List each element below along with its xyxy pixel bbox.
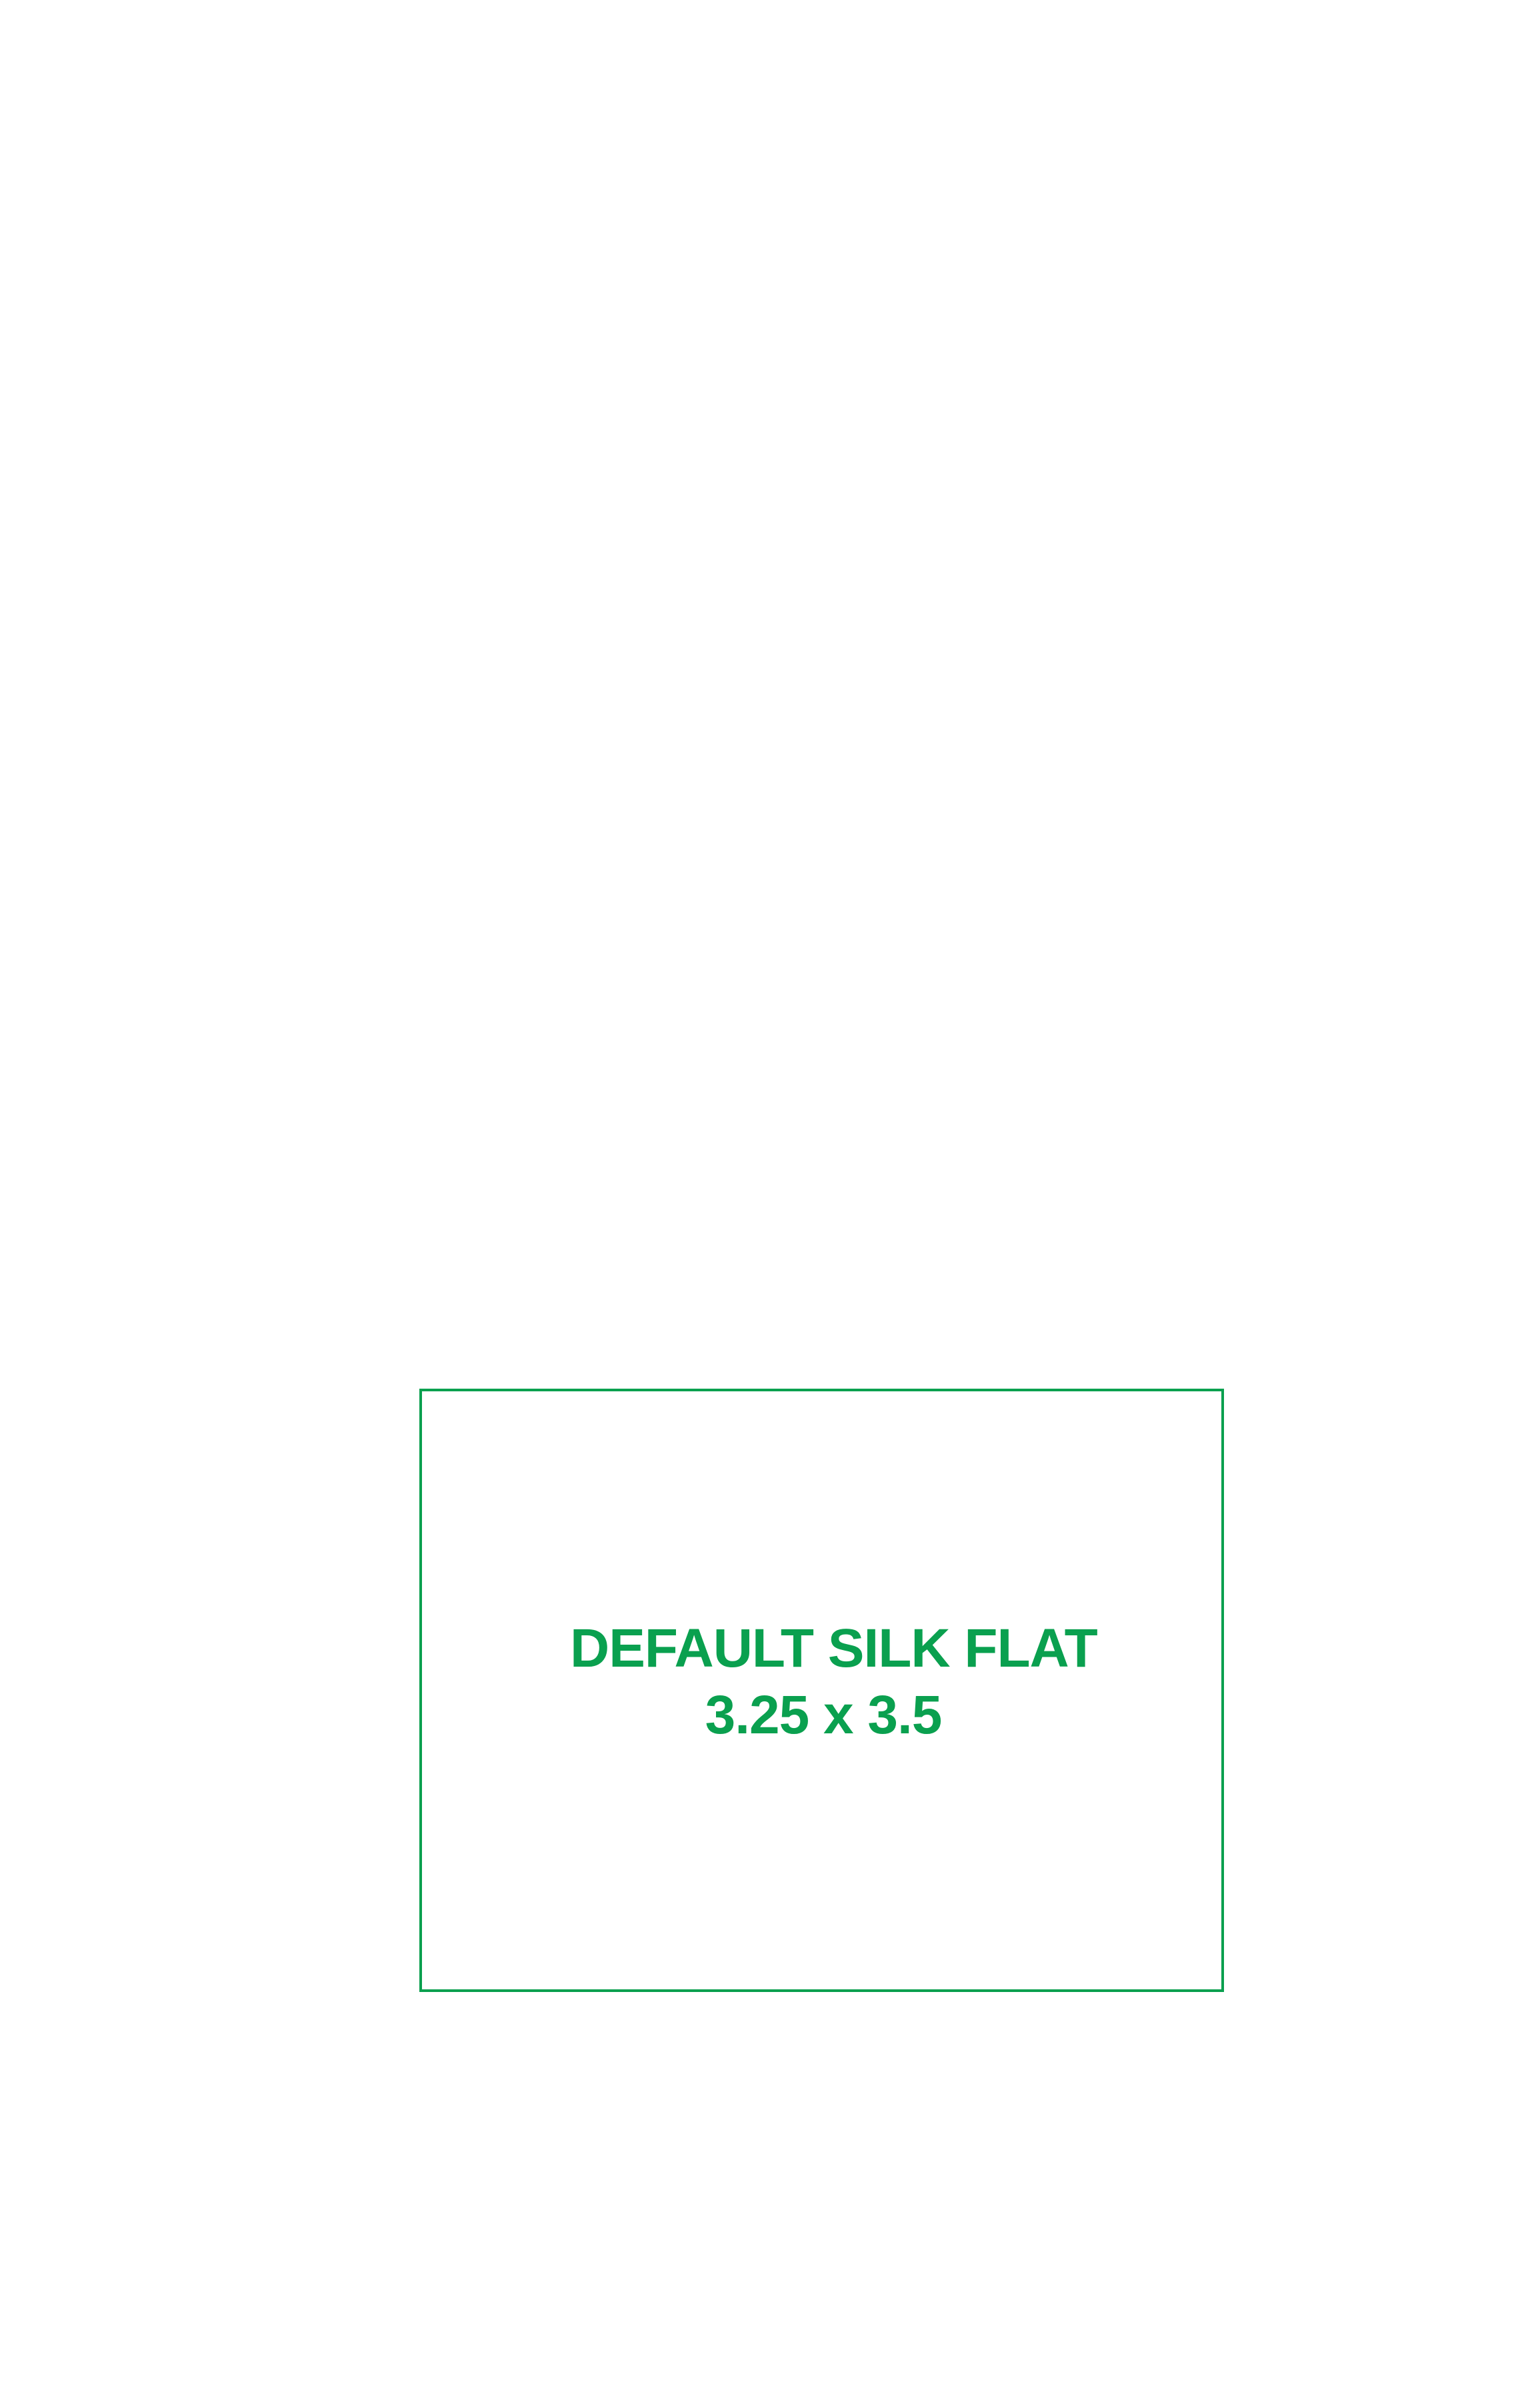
page-canvas: DEFAULT SILK FLAT 3.25 x 3.5 xyxy=(0,0,1540,2402)
print-area-outline: DEFAULT SILK FLAT 3.25 x 3.5 xyxy=(419,1389,1224,1992)
template-name: DEFAULT SILK FLAT xyxy=(570,1618,1098,1679)
template-size: 3.25 x 3.5 xyxy=(705,1685,943,1745)
